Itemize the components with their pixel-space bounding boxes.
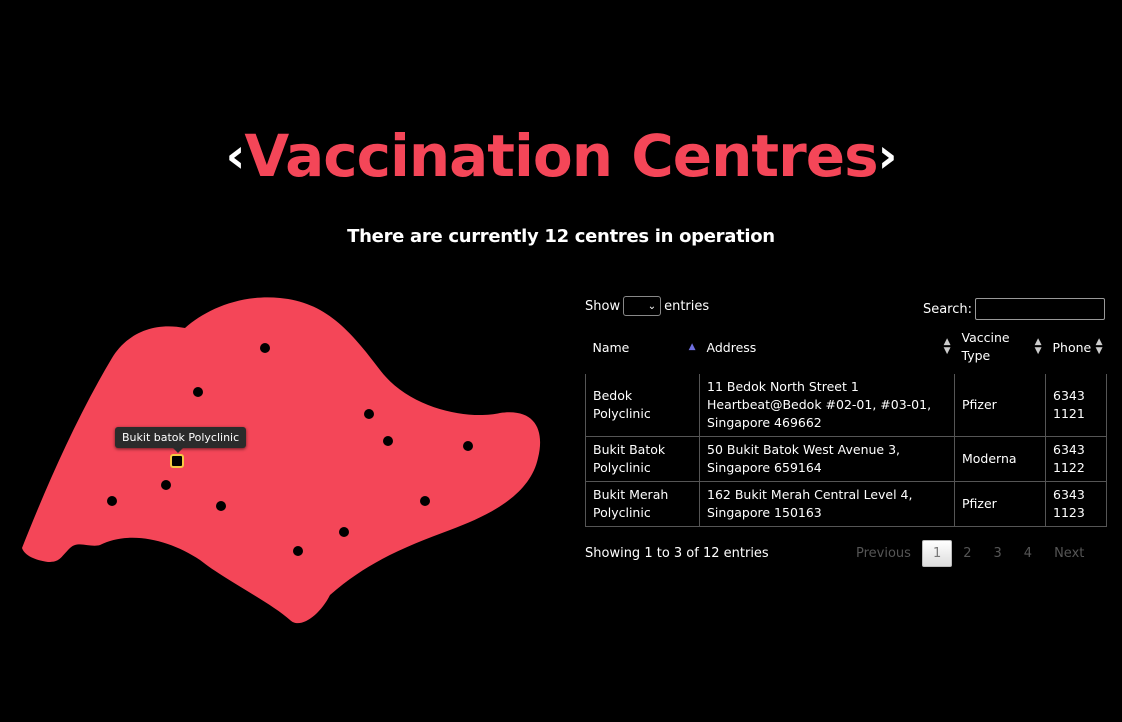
- column-label: Name: [592, 339, 630, 355]
- previous-page-button[interactable]: Previous: [845, 540, 922, 567]
- page-title-text: Vaccination Centres: [244, 122, 878, 190]
- map-marker[interactable]: [161, 480, 171, 490]
- page-button-4[interactable]: 4: [1013, 540, 1043, 567]
- chevron-left-icon: ‹: [225, 128, 246, 184]
- sort-asc-icon: ▲: [688, 342, 696, 352]
- map-marker[interactable]: [193, 387, 203, 397]
- column-header-phone[interactable]: Phone ▲ ▼: [1045, 328, 1107, 374]
- map-marker[interactable]: [260, 343, 270, 353]
- column-header-name[interactable]: Name ▲: [585, 328, 700, 374]
- cell-phone: 6343 1121: [1045, 369, 1107, 437]
- sort-icon: ▲ ▼: [1034, 337, 1042, 356]
- cell-name: Bukit Merah Polyclinic: [585, 481, 700, 527]
- page-button-2[interactable]: 2: [952, 540, 982, 567]
- singapore-island-shape: [22, 297, 541, 624]
- table-row: Bukit Merah Polyclinic 162 Bukit Merah C…: [585, 481, 1107, 527]
- map-marker[interactable]: [293, 546, 303, 556]
- map-marker[interactable]: [364, 409, 374, 419]
- map-marker[interactable]: [383, 436, 393, 446]
- page-button-1[interactable]: 1: [921, 540, 953, 567]
- column-label: Vaccine Type: [961, 330, 1010, 363]
- singapore-map: [0, 280, 560, 640]
- sort-icon: ▲ ▼: [1095, 337, 1103, 356]
- singapore-map-svg: [22, 297, 541, 624]
- map-marker[interactable]: [339, 527, 349, 537]
- cell-phone: 6343 1122: [1045, 436, 1107, 482]
- map-marker[interactable]: [216, 501, 226, 511]
- cell-name: Bedok Polyclinic: [585, 369, 700, 437]
- chevron-down-icon: ⌄: [647, 301, 657, 312]
- show-label: Show: [585, 298, 621, 314]
- length-control: Show ⌄ entries: [585, 296, 709, 316]
- centres-count-text: There are currently 12 centres in operat…: [347, 226, 775, 247]
- entries-label: entries: [664, 298, 710, 314]
- map-marker[interactable]: [420, 496, 430, 506]
- table-header-row: Name ▲ Address ▲ ▼ Vaccine Type ▲ ▼ Phone ▲ ▼: [585, 328, 1107, 374]
- search-input[interactable]: [975, 298, 1105, 320]
- column-header-address[interactable]: Address ▲ ▼: [699, 328, 955, 374]
- chevron-right-icon: ›: [877, 128, 898, 184]
- map-marker[interactable]: [107, 496, 117, 506]
- table-row: Bedok Polyclinic 11 Bedok North Street 1…: [585, 369, 1107, 437]
- page-title: ‹Vaccination Centres›: [0, 118, 1122, 194]
- pagination-info: Showing 1 to 3 of 12 entries: [585, 546, 769, 561]
- cell-address: 162 Bukit Merah Central Level 4, Singapo…: [699, 481, 955, 527]
- sort-icon: ▲ ▼: [943, 337, 951, 356]
- page-button-3[interactable]: 3: [983, 540, 1013, 567]
- cell-vaccine-type: Moderna: [954, 436, 1046, 482]
- next-page-button[interactable]: Next: [1043, 540, 1095, 567]
- search-control: Search:: [923, 298, 1105, 320]
- selected-map-marker[interactable]: [170, 454, 184, 468]
- map-marker[interactable]: [463, 441, 473, 451]
- cell-vaccine-type: Pfizer: [954, 369, 1046, 437]
- cell-name: Bukit Batok Polyclinic: [585, 436, 700, 482]
- column-label: Address: [706, 339, 757, 355]
- search-label: Search:: [922, 301, 972, 317]
- cell-address: 11 Bedok North Street 1 Heartbeat@Bedok …: [699, 369, 955, 437]
- table-row: Bukit Batok Polyclinic 50 Bukit Batok We…: [585, 436, 1107, 482]
- pagination: Previous 1 2 3 4 Next: [845, 540, 1095, 567]
- column-header-vaccine-type[interactable]: Vaccine Type ▲ ▼: [954, 328, 1046, 374]
- cell-phone: 6343 1123: [1045, 481, 1107, 527]
- centres-table: Name ▲ Address ▲ ▼ Vaccine Type ▲ ▼ Phone ▲ ▼ B…: [585, 328, 1107, 527]
- column-label: Phone: [1052, 339, 1092, 355]
- entries-length-select[interactable]: ⌄: [623, 296, 662, 316]
- cell-vaccine-type: Pfizer: [954, 481, 1046, 527]
- cell-address: 50 Bukit Batok West Avenue 3, Singapore …: [699, 436, 955, 482]
- map-tooltip: Bukit batok Polyclinic: [115, 427, 247, 453]
